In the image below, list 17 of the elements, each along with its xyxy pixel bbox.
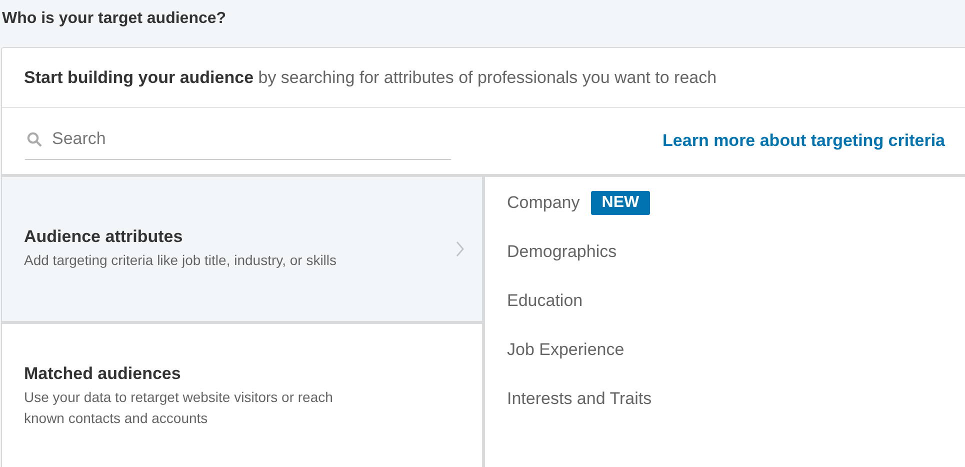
category-item[interactable]: Audience attributes Add targeting criteria like job title, industry, or skills — [2, 177, 482, 324]
attribute-item[interactable]: Company — [507, 191, 580, 215]
learn-more-link[interactable]: Learn more about targeting criteria — [662, 131, 945, 151]
new-badge: NEW — [590, 191, 650, 215]
category-title: Matched audiences — [24, 364, 182, 384]
page-heading: Who is your target audience? — [1, 9, 228, 29]
search-field[interactable]: Search — [25, 118, 451, 160]
attribute-item[interactable]: Demographics — [507, 240, 617, 264]
chevron-right-icon — [456, 241, 464, 257]
category-description: Use your data to retarget website visitors or reach known contacts and accounts — [24, 388, 334, 428]
search-icon — [27, 132, 42, 147]
attribute-item[interactable]: Job Experience — [507, 338, 624, 362]
category-title: Audience attributes — [24, 227, 184, 247]
attribute-item[interactable]: Interests and Traits — [507, 387, 652, 411]
attribute-item[interactable]: Education — [507, 289, 583, 313]
category-description: Add targeting criteria like job title, industry, or skills — [24, 251, 338, 270]
intro-text: Start building your audience by searching for attributes of professionals you want to reach — [24, 68, 717, 88]
